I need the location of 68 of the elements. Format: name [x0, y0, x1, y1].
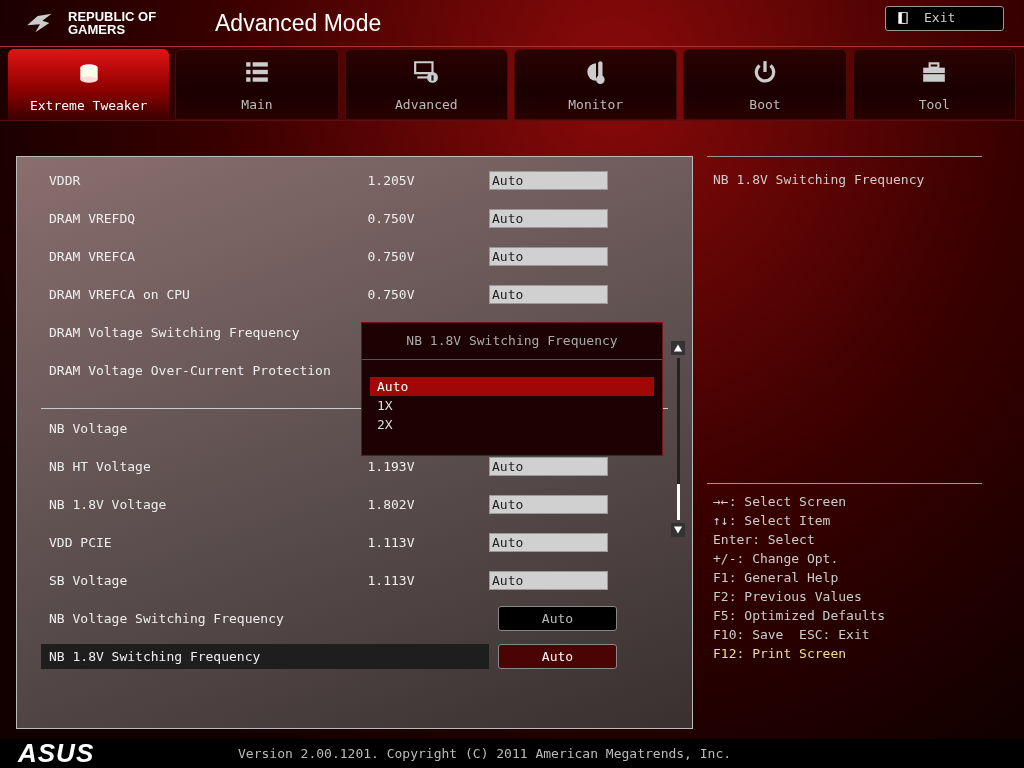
version-text: Version 2.00.1201. Copyright (C) 2011 American Megatrends, Inc. — [238, 744, 732, 763]
key-hint: F2: Previous Values — [713, 587, 863, 606]
popup-title: NB 1.8V Switching Frequency — [362, 322, 662, 360]
key-hint: F1: General Help — [713, 568, 840, 587]
exit-button[interactable]: Exit — [885, 5, 1004, 31]
brand-text: GAMERS — [68, 23, 127, 36]
voltage-reading: 1.193V — [367, 457, 416, 476]
asus-logo: ASUS — [18, 740, 96, 767]
voltage-reading: 1.205V — [367, 171, 416, 190]
tab[interactable]: Advanced — [344, 49, 508, 120]
setting-row[interactable]: NB 1.8V Switching Frequency — [41, 644, 489, 670]
door-icon — [896, 10, 910, 26]
page-title: Advanced Mode — [215, 8, 383, 38]
tab[interactable]: Monitor — [514, 49, 678, 120]
key-hint: F10: Save ESC: Exit — [713, 625, 871, 644]
setting-label: VDD PCIE — [49, 533, 113, 552]
setting-label: SB Voltage — [49, 571, 129, 590]
setting-row[interactable]: DRAM VREFCA on CPU 0.750V — [41, 282, 487, 308]
brand-text: REPUBLIC OF — [68, 10, 158, 23]
value-field[interactable]: Auto — [489, 533, 608, 553]
key-hint: →←: Select Screen — [713, 492, 848, 511]
voltage-reading: 1.113V — [367, 533, 416, 552]
setting-label: NB Voltage Switching Frequency — [49, 609, 285, 628]
voltage-reading: 1.113V — [367, 571, 416, 590]
help-description: NB 1.8V Switching Frequency — [707, 155, 982, 483]
value-field[interactable]: Auto — [489, 495, 608, 515]
setting-label: NB HT Voltage — [49, 457, 152, 476]
setting-row[interactable]: DRAM VREFDQ 0.750V — [41, 206, 487, 232]
popup-option[interactable]: Auto — [370, 376, 654, 396]
setting-row[interactable]: NB HT Voltage 1.193V — [41, 454, 487, 480]
setting-label: DRAM VREFCA — [49, 247, 137, 266]
value-field[interactable]: Auto — [489, 285, 608, 305]
setting-row[interactable]: VDD PCIE 1.113V — [41, 530, 487, 556]
popup-option[interactable]: 2X — [370, 414, 654, 434]
tab[interactable]: Main — [175, 49, 339, 120]
key-hint: F5: Optimized Defaults — [713, 606, 887, 625]
popup-option[interactable]: 1X — [370, 395, 654, 415]
value-field[interactable]: Auto — [489, 247, 608, 267]
setting-label: NB 1.8V Voltage — [49, 495, 168, 514]
setting-row[interactable]: NB 1.8V Voltage 1.802V — [41, 492, 487, 518]
voltage-reading: 0.750V — [367, 247, 416, 266]
setting-label: DRAM VREFDQ — [49, 209, 137, 228]
setting-label: DRAM Voltage Over-Current Protection — [49, 361, 332, 380]
option-button[interactable]: Auto — [498, 644, 617, 670]
value-field[interactable]: Auto — [489, 209, 608, 229]
key-hint: F12: Print Screen — [713, 644, 848, 663]
option-button[interactable]: Auto — [498, 606, 617, 632]
voltage-reading: 0.750V — [367, 285, 416, 304]
tab[interactable]: Boot — [683, 49, 847, 120]
monitor-info-icon — [413, 59, 440, 86]
setting-label: DRAM VREFCA on CPU — [49, 285, 191, 304]
setting-label: VDDR — [49, 171, 82, 190]
value-field[interactable]: Auto — [489, 457, 608, 477]
tab[interactable]: Tool — [852, 49, 1016, 120]
setting-row[interactable]: SB Voltage 1.113V — [41, 568, 487, 594]
setting-label: NB 1.8V Switching Frequency — [49, 647, 262, 666]
scrollbar-thumb[interactable] — [676, 483, 680, 520]
voltage-reading: 1.802V — [367, 495, 416, 514]
value-field[interactable]: Auto — [489, 171, 608, 191]
tab[interactable]: Extreme Tweaker — [8, 49, 170, 120]
voltage-reading: 0.750V — [367, 209, 416, 228]
key-hint: ↑↓: Select Item — [713, 511, 832, 530]
key-hint: +/-: Change Opt. — [713, 549, 840, 568]
setting-row[interactable]: DRAM VREFCA 0.750V — [41, 244, 487, 270]
value-field[interactable]: Auto — [489, 571, 608, 591]
setting-row[interactable]: VDDR 1.205V — [41, 168, 487, 194]
setting-row[interactable]: NB Voltage Switching Frequency — [41, 606, 489, 632]
key-hint: Enter: Select — [713, 530, 816, 549]
